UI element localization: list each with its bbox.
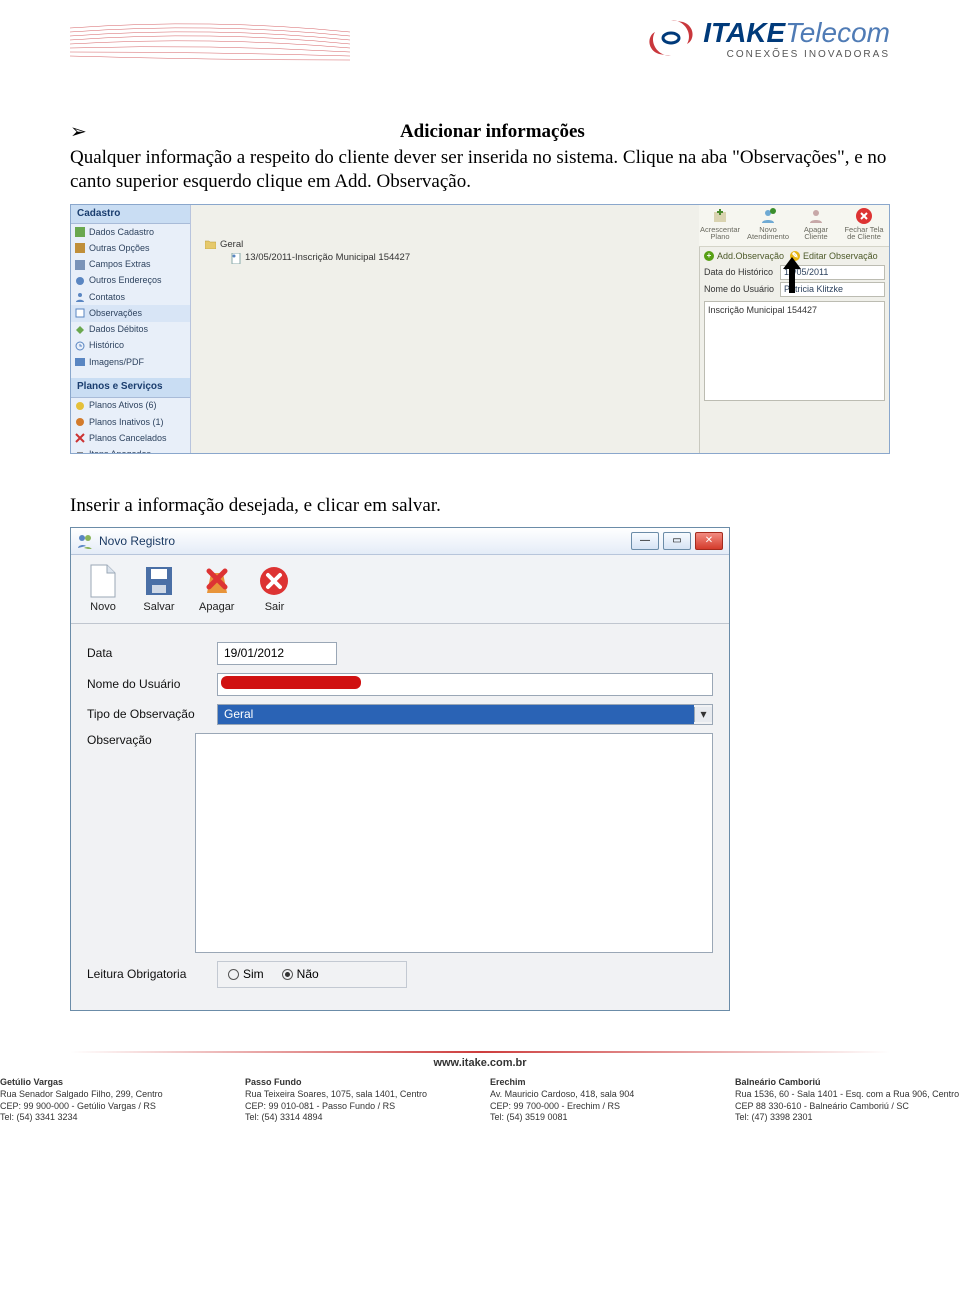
- header-swirl-graphic: [70, 18, 350, 68]
- sidebar-item-imagens[interactable]: Imagens/PDF: [71, 354, 190, 370]
- tree-root[interactable]: Geral: [205, 239, 695, 251]
- textarea-observacao[interactable]: [195, 733, 713, 953]
- window-icon: [77, 533, 93, 549]
- sidebar-item-outros-enderecos[interactable]: Outros Endereços: [71, 273, 190, 289]
- sidebar-item-dados-debitos[interactable]: Dados Débitos: [71, 322, 190, 338]
- toolbar-novo-atendimento[interactable]: NovoAtendimento: [747, 207, 789, 244]
- chevron-down-icon: ▾: [694, 707, 712, 722]
- radio-sim[interactable]: Sim: [228, 967, 264, 982]
- screenshot-novo-registro: Novo Registro — ▭ ✕ Novo Salvar Apagar S…: [70, 527, 730, 1011]
- obs-text-box: Inscrição Municipal 154427: [704, 301, 885, 401]
- label-leitura: Leitura Obrigatoria: [87, 967, 217, 982]
- label-data-hist: Data do Histórico: [704, 267, 776, 278]
- footer-col-3: Erechim Av. Mauricio Cardoso, 418, sala …: [490, 1077, 715, 1123]
- sidebar-item-dados-cadastro[interactable]: Dados Cadastro: [71, 224, 190, 240]
- window-title: Novo Registro: [99, 534, 175, 549]
- tool-sair[interactable]: Sair: [258, 563, 290, 615]
- footer-divider: [70, 1051, 890, 1053]
- btn-editar-observacao[interactable]: ✎Editar Observação: [790, 251, 878, 262]
- s2-titlebar: Novo Registro — ▭ ✕: [71, 528, 729, 555]
- section-heading-row: ➢ Adicionar informações: [70, 120, 890, 144]
- footer-col-4: Balneário Camboriú Rua 1536, 60 - Sala 1…: [735, 1077, 960, 1123]
- label-nome-user: Nome do Usuário: [704, 284, 776, 295]
- sidebar-item-campos-extras[interactable]: Campos Extras: [71, 257, 190, 273]
- brand-tagline: CONEXÕES INOVADORAS: [703, 49, 890, 60]
- tree-child[interactable]: 13/05/2011-Inscrição Municipal 154427: [205, 252, 695, 264]
- brand-logo-icon: [645, 18, 697, 58]
- radio-group-leitura: Sim Não: [217, 961, 407, 988]
- sidebar-item-planos-cancelados[interactable]: Planos Cancelados: [71, 430, 190, 446]
- brand-block: ITAKETelecom CONEXÕES INOVADORAS: [645, 8, 890, 68]
- paragraph-instruction-2: Inserir a informação desejada, e clicar …: [70, 494, 890, 518]
- toolbar-acrescentar-plano[interactable]: AcrescentarPlano: [699, 207, 741, 244]
- footer-col-1: Getúlio Vargas Rua Senador Salgado Filho…: [0, 1077, 225, 1123]
- tool-novo[interactable]: Novo: [87, 563, 119, 615]
- window-max-button[interactable]: ▭: [663, 532, 691, 550]
- s1-group-planos: Planos e Serviços: [71, 378, 190, 398]
- s2-form: Data 19/01/2012 Nome do Usuário Tipo de …: [71, 624, 729, 1010]
- paragraph-intro: Qualquer informação a respeito do client…: [70, 146, 890, 194]
- window-min-button[interactable]: —: [631, 532, 659, 550]
- sidebar-item-planos-ativos[interactable]: Planos Ativos (6): [71, 398, 190, 414]
- brand-name: ITAKETelecom: [703, 17, 890, 49]
- toolbar-apagar-cliente[interactable]: ApagarCliente: [795, 207, 837, 244]
- sidebar-item-outras-opcoes[interactable]: Outras Opções: [71, 240, 190, 256]
- s1-group-cadastro: Cadastro: [71, 205, 190, 225]
- window-close-button[interactable]: ✕: [695, 532, 723, 550]
- label-observacao: Observação: [87, 733, 195, 748]
- label-tipo-observacao: Tipo de Observação: [87, 707, 217, 722]
- select-tipo-observacao[interactable]: Geral ▾: [217, 704, 713, 725]
- sidebar-item-observacoes[interactable]: Observações: [71, 305, 190, 321]
- tool-salvar[interactable]: Salvar: [143, 563, 175, 615]
- tool-apagar[interactable]: Apagar: [199, 563, 234, 615]
- screenshot-observacoes: NovoCliente SalvarAlterações Acrescentar…: [70, 204, 890, 454]
- page-header: ITAKETelecom CONEXÕES INOVADORAS: [0, 0, 960, 80]
- sidebar-item-planos-inativos[interactable]: Planos Inativos (1): [71, 414, 190, 430]
- input-nome-usuario[interactable]: [217, 673, 713, 696]
- section-title: Adicionar informações: [95, 120, 890, 144]
- input-data[interactable]: 19/01/2012: [217, 642, 337, 665]
- sidebar-item-contatos[interactable]: Contatos: [71, 289, 190, 305]
- btn-add-observacao[interactable]: +Add.Observação: [704, 251, 784, 262]
- sidebar-item-historico[interactable]: Histórico: [71, 338, 190, 354]
- label-data: Data: [87, 646, 217, 661]
- s1-sidebar: Cadastro Dados Cadastro Outras Opções Ca…: [71, 205, 191, 453]
- radio-nao[interactable]: Não: [282, 967, 319, 982]
- s2-toolbar: Novo Salvar Apagar Sair: [71, 555, 729, 624]
- s1-tree-panel: Geral 13/05/2011-Inscrição Municipal 154…: [191, 205, 699, 453]
- annotation-arrow-up: [781, 257, 803, 293]
- footer-col-2: Passo Fundo Rua Teixeira Soares, 1075, s…: [245, 1077, 470, 1123]
- sidebar-item-itens-apagados[interactable]: Itens Apagados: [71, 447, 190, 454]
- footer-url: www.itake.com.br: [0, 1057, 960, 1069]
- label-nome-usuario: Nome do Usuário: [87, 677, 217, 692]
- footer-columns: Getúlio Vargas Rua Senador Salgado Filho…: [0, 1077, 960, 1133]
- bullet-chevron-icon: ➢: [70, 120, 87, 144]
- toolbar-fechar[interactable]: Fechar Telade Cliente: [843, 207, 885, 244]
